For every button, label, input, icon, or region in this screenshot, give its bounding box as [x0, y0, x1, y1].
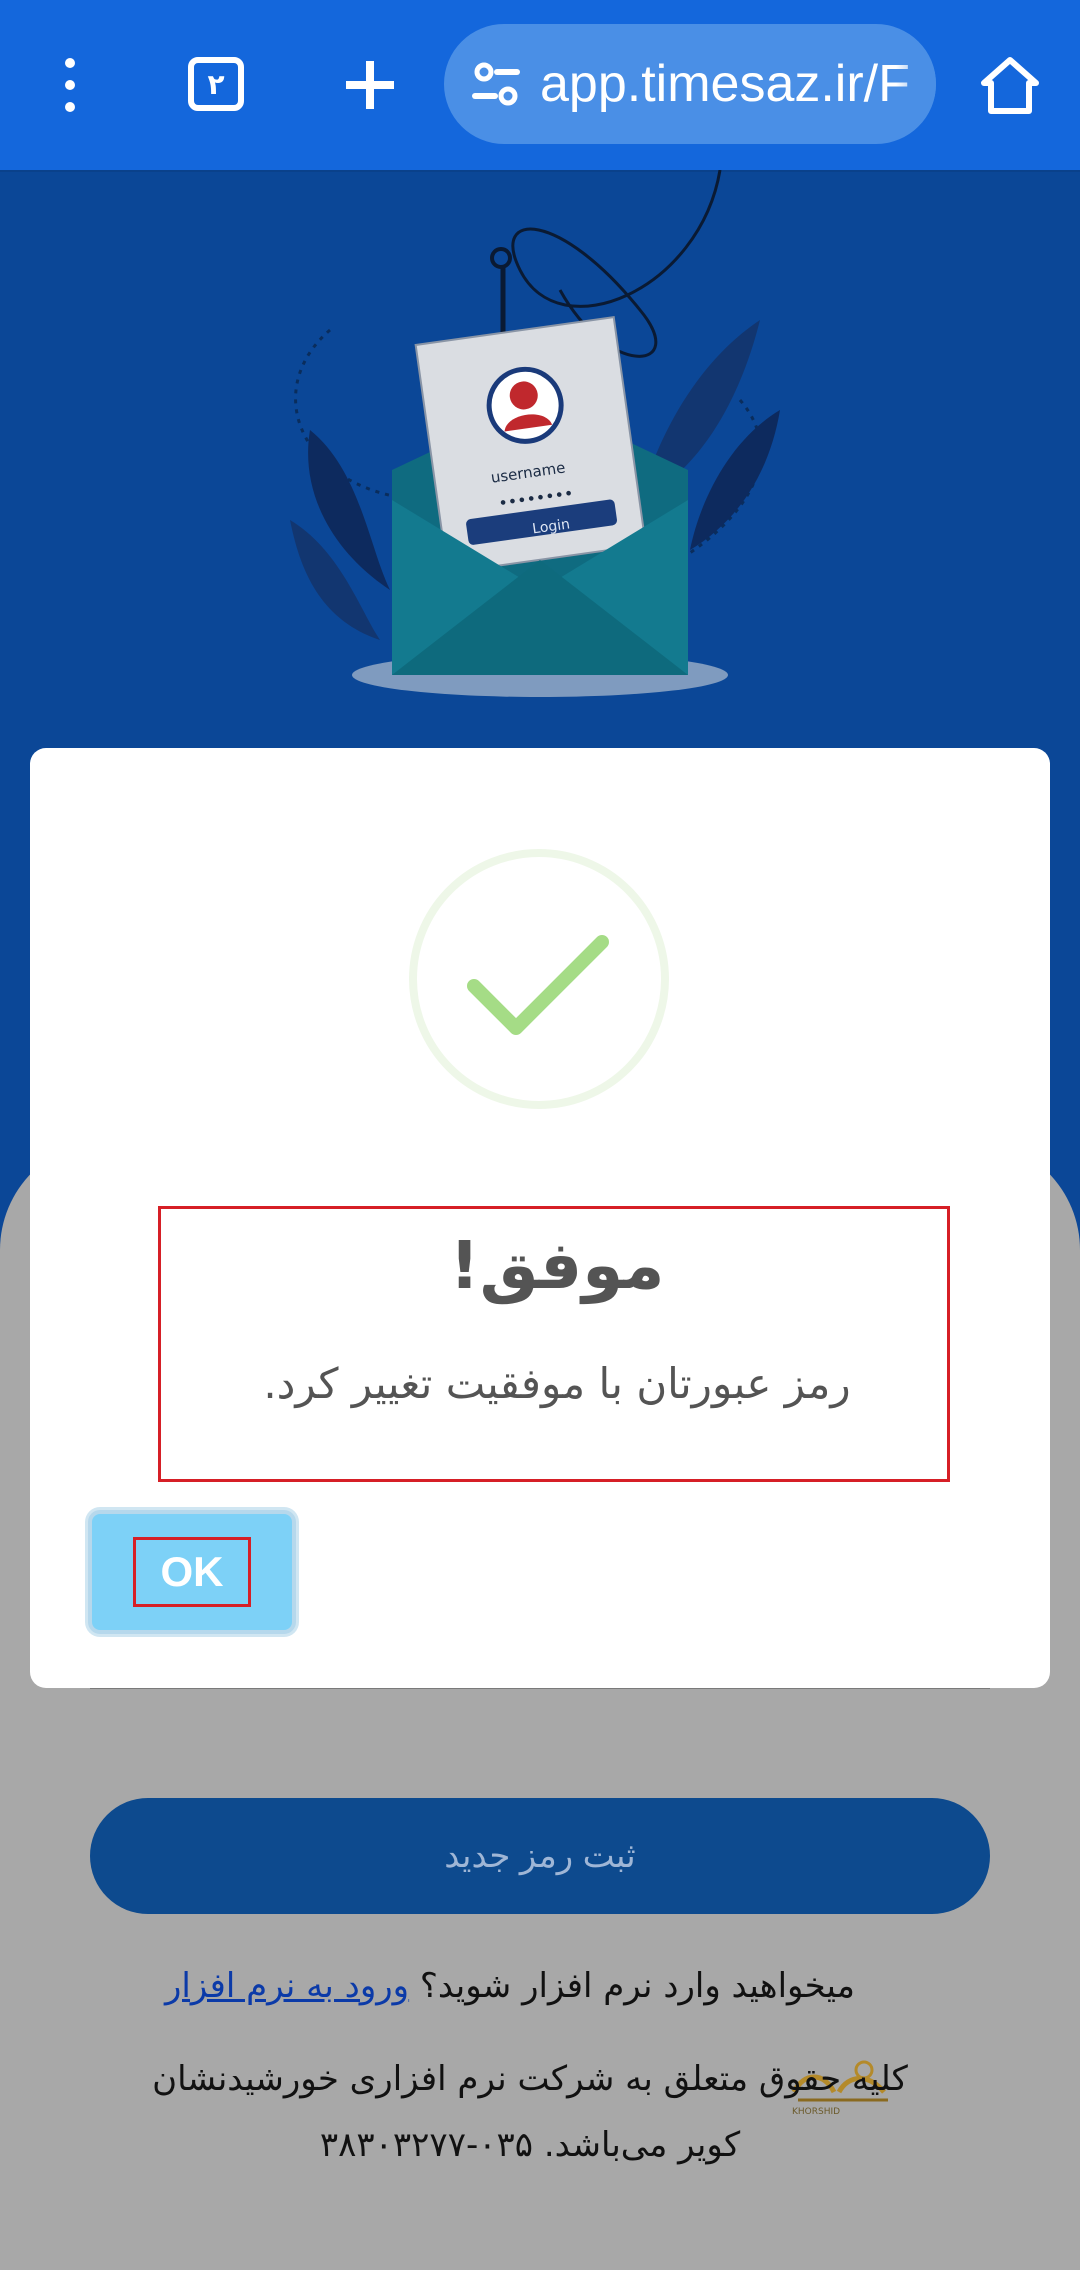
url-text: app.timesaz.ir/F: [540, 55, 910, 113]
dialog-title: موفق!: [449, 1227, 665, 1304]
ok-button[interactable]: OK: [88, 1510, 296, 1634]
tune-icon[interactable]: [468, 58, 524, 110]
success-check-icon: [409, 849, 669, 1109]
ok-label: OK: [133, 1537, 251, 1607]
copyright-text: کلیه حقوق متعلق به شرکت نرم افزاری خورشی…: [152, 2059, 908, 2165]
kebab-menu-icon[interactable]: [40, 45, 100, 125]
home-icon: [981, 57, 1039, 114]
plus-icon: [346, 61, 394, 109]
dialog-message: رمز عبورتان با موفقیت تغییر کرد.: [263, 1359, 851, 1408]
browser-toolbar: ۲ app.timesaz.ir/F: [0, 0, 1080, 170]
phishing-illustration: username •••••••• Login: [290, 170, 780, 697]
tab-count: ۲: [207, 67, 225, 101]
success-dialog: موفق! رمز عبورتان با موفقیت تغییر کرد. O…: [30, 748, 1050, 1688]
tab-switcher-button[interactable]: ۲: [188, 57, 244, 111]
message-box: موفق! رمز عبورتان با موفقیت تغییر کرد.: [158, 1206, 950, 1482]
address-bar[interactable]: app.timesaz.ir/F: [444, 24, 936, 144]
home-button[interactable]: [970, 48, 1050, 122]
login-link[interactable]: ورود به نرم افزار: [165, 1966, 409, 2006]
submit-new-password-button[interactable]: ثبت رمز جدید: [90, 1798, 990, 1914]
url-fade: [896, 24, 936, 144]
new-tab-button[interactable]: [335, 50, 405, 120]
login-question: میخواهید وارد نرم افزار شوید؟ ورود به نر…: [120, 1966, 900, 2006]
login-question-text: میخواهید وارد نرم افزار شوید؟: [409, 1966, 856, 2006]
